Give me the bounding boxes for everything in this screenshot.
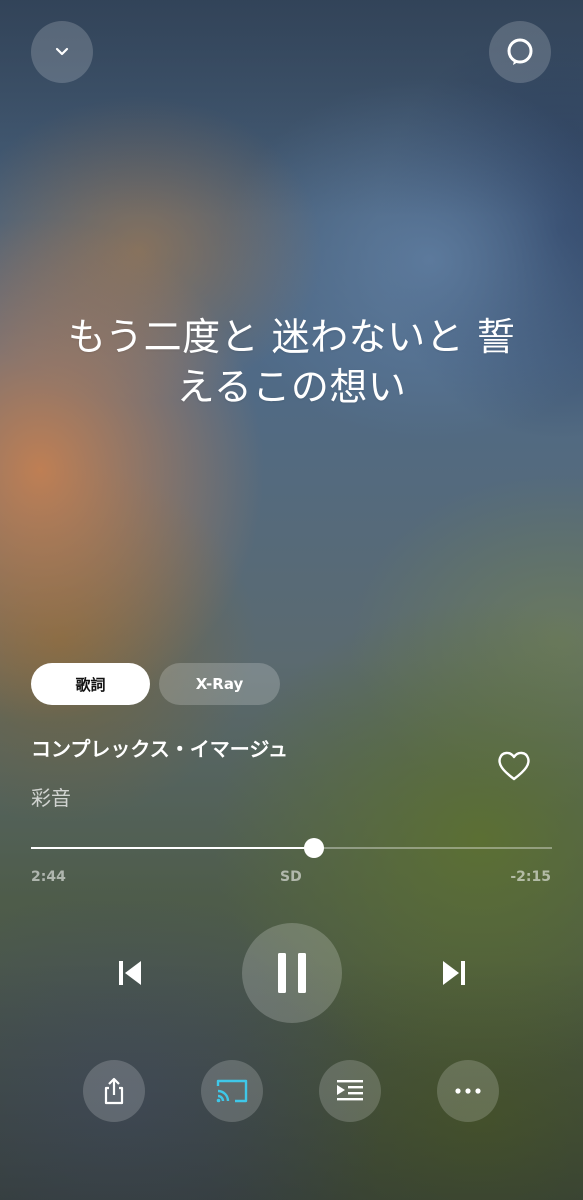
tab-lyrics[interactable]: 歌詞 <box>31 663 150 705</box>
next-button[interactable] <box>434 953 472 993</box>
current-lyrics: もう二度と 迷わないと 誓 えるこの想い <box>20 312 563 412</box>
artist-name[interactable]: 彩音 <box>31 782 71 811</box>
share-button[interactable] <box>83 1060 145 1122</box>
skip-next-icon <box>443 961 465 985</box>
chevron-down-icon <box>55 47 69 56</box>
lyrics-line: えるこの想い <box>176 365 407 409</box>
queue-button[interactable] <box>319 1060 381 1122</box>
tab-xray[interactable]: X-Ray <box>159 663 280 705</box>
progress-bar[interactable] <box>31 838 552 858</box>
track-title: コンプレックス・イマージュ <box>31 737 288 761</box>
more-options-button[interactable] <box>437 1060 499 1122</box>
queue-icon <box>337 1080 363 1101</box>
skip-previous-icon <box>119 961 141 985</box>
remaining-time: -2:15 <box>510 869 551 885</box>
favorite-button[interactable] <box>494 746 534 786</box>
collapse-button[interactable] <box>31 21 93 83</box>
heart-icon <box>498 751 530 781</box>
previous-button[interactable] <box>112 953 150 993</box>
cast-button[interactable] <box>201 1060 263 1122</box>
alexa-button[interactable] <box>489 21 551 83</box>
pause-icon <box>278 953 306 993</box>
progress-fill <box>31 847 314 849</box>
progress-handle[interactable] <box>303 838 324 858</box>
audio-quality-badge: SD <box>280 869 302 885</box>
pause-button[interactable] <box>242 923 342 1023</box>
alexa-ring-icon <box>507 38 533 65</box>
lyrics-line: もう二度と 迷わないと 誓 <box>67 315 516 359</box>
share-icon <box>104 1077 124 1105</box>
elapsed-time: 2:44 <box>31 869 66 885</box>
more-icon <box>455 1088 481 1094</box>
cast-icon <box>216 1079 248 1103</box>
